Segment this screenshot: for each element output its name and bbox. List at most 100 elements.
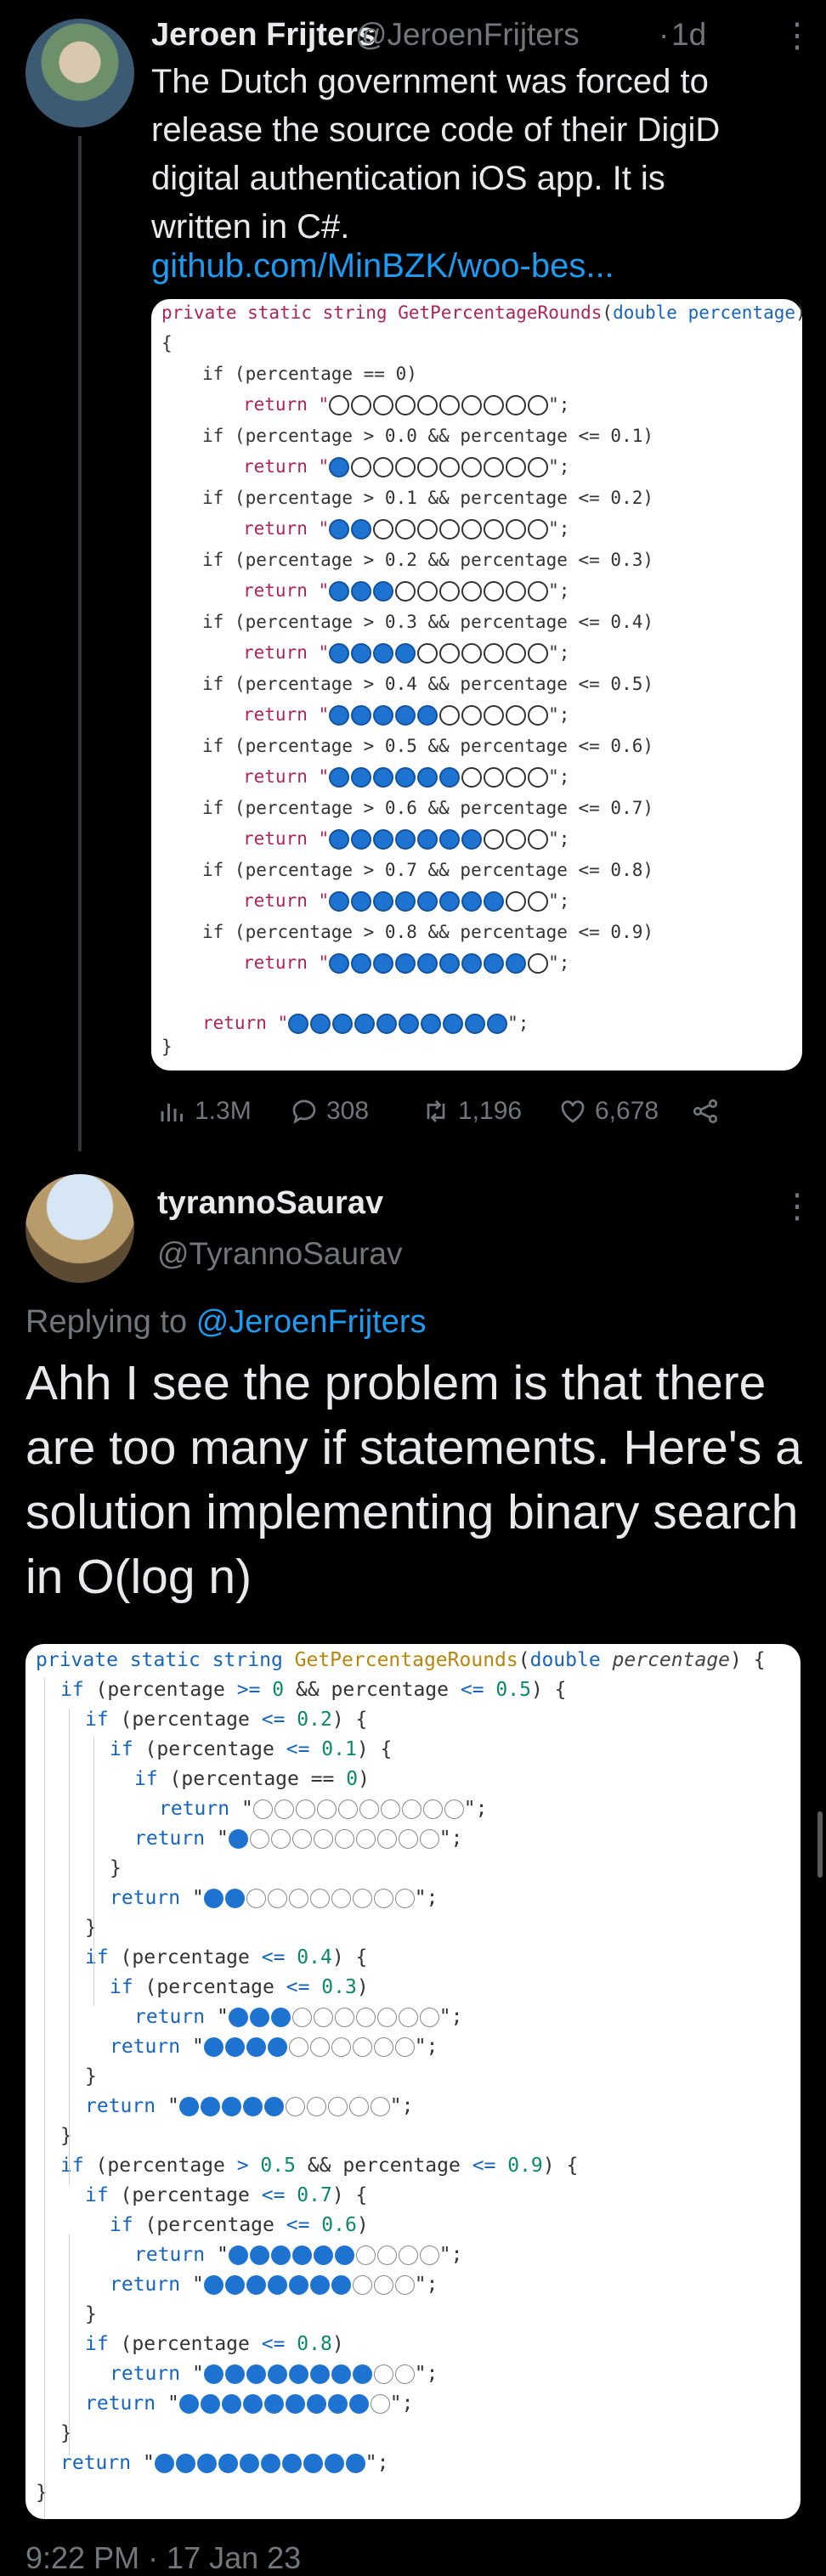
empty-circle-icon <box>398 2246 418 2265</box>
filled-circle-icon <box>285 2394 305 2414</box>
author-handle[interactable]: @JeroenFrijters <box>355 17 580 53</box>
tweet-timestamp: 9:22 PM · 17 Jan 23 <box>25 2540 302 2575</box>
filled-circle-icon <box>439 953 461 974</box>
filled-circle-icon <box>439 891 461 912</box>
filled-circle-icon <box>348 2394 369 2414</box>
retweet-count: 1,196 <box>458 1097 523 1125</box>
tweet-link[interactable]: github.com/MinBZK/woo-bes... <box>151 242 614 291</box>
empty-circle-icon <box>355 2008 376 2027</box>
filled-circle-icon <box>417 829 438 850</box>
filled-circle-icon <box>329 581 350 602</box>
filled-circle-icon <box>351 581 372 602</box>
filled-circle-icon <box>224 1889 245 1908</box>
author-name[interactable]: Jeroen Frijters <box>151 17 376 54</box>
filled-circle-icon <box>439 767 461 788</box>
scrollbar[interactable] <box>818 1811 823 1878</box>
code-line: } <box>85 2065 97 2087</box>
code-line: } <box>60 2422 72 2444</box>
filled-circle-icon <box>417 767 438 788</box>
filled-circle-icon <box>249 2008 269 2027</box>
retweet-icon <box>427 1100 445 1122</box>
empty-circle-icon <box>528 705 549 726</box>
filled-circle-icon <box>249 2246 269 2265</box>
like-count: 6,678 <box>595 1097 659 1125</box>
empty-circle-icon <box>395 457 416 477</box>
filled-circle-icon <box>203 2364 223 2384</box>
code-return-line: return " "; <box>85 2095 414 2117</box>
empty-circle-icon <box>461 705 483 726</box>
filled-circle-icon <box>351 891 372 912</box>
empty-circle-icon <box>528 829 549 850</box>
filled-circle-icon <box>306 2394 326 2414</box>
empty-circle-icon <box>274 1799 294 1819</box>
filled-circle-icon <box>303 2454 323 2473</box>
tweet-time[interactable]: 1d <box>671 17 706 53</box>
empty-circle-icon <box>461 581 483 602</box>
empty-circle-icon <box>461 395 483 415</box>
code-open-brace: { <box>161 333 173 353</box>
filled-circle-icon <box>334 2246 354 2265</box>
replying-mention[interactable]: @JeroenFrijters <box>196 1304 427 1340</box>
code-screenshot-image[interactable]: private static string GetPercentageRound… <box>151 299 806 1071</box>
author-handle[interactable]: @TyrannoSaurav <box>157 1236 402 1272</box>
empty-circle-icon <box>376 2246 397 2265</box>
empty-circle-icon <box>291 2008 312 2027</box>
share-button[interactable] <box>690 1096 721 1127</box>
empty-circle-icon <box>419 2008 439 2027</box>
filled-circle-icon <box>175 2454 195 2473</box>
code-line: if (percentage <= 0.4) { <box>85 1946 368 1969</box>
indent-guide <box>69 1709 70 2184</box>
reply-button[interactable]: 308 <box>289 1096 369 1127</box>
filled-circle-icon <box>329 457 350 477</box>
empty-circle-icon <box>528 767 549 788</box>
code-if-line: if (percentage > 0.8 && percentage <= 0.… <box>202 922 654 942</box>
like-button[interactable]: 6,678 <box>557 1096 659 1127</box>
filled-circle-icon <box>484 891 505 912</box>
empty-circle-icon <box>355 1829 376 1849</box>
progress-rounds <box>329 395 549 415</box>
filled-circle-icon <box>351 519 372 539</box>
filled-circle-icon <box>417 705 438 726</box>
filled-circle-icon <box>263 2097 284 2116</box>
avatar[interactable] <box>25 19 134 127</box>
retweet-button[interactable]: 1,196 <box>421 1096 522 1127</box>
empty-circle-icon <box>506 829 527 850</box>
more-options-icon[interactable]: ⋮ <box>780 1189 814 1223</box>
avatar[interactable] <box>25 1174 134 1283</box>
filled-circle-icon <box>465 1014 486 1034</box>
empty-circle-icon <box>394 1889 415 1908</box>
filled-circle-icon <box>288 2364 308 2384</box>
filled-circle-icon <box>200 2394 220 2414</box>
code-screenshot-image[interactable]: private static string GetPercentageRound… <box>25 1644 801 2519</box>
filled-circle-icon <box>351 643 372 664</box>
filled-circle-icon <box>228 1829 248 1849</box>
code-keyword: private static <box>161 302 313 323</box>
filled-circle-icon <box>200 2097 220 2116</box>
views-stat[interactable]: 1.3M <box>157 1096 252 1127</box>
filled-circle-icon <box>242 2097 263 2116</box>
reply-count: 308 <box>326 1097 370 1125</box>
filled-circle-icon <box>329 829 350 850</box>
empty-circle-icon <box>252 1799 273 1819</box>
code-line: if (percentage <= 0.6) <box>110 2214 369 2236</box>
empty-circle-icon <box>461 643 483 664</box>
empty-circle-icon <box>484 581 505 602</box>
filled-circle-icon <box>351 705 372 726</box>
code-function-name: GetPercentageRounds <box>398 302 603 323</box>
progress-rounds <box>329 581 549 602</box>
code-line: if (percentage > 0.5 && percentage <= 0.… <box>60 2155 579 2177</box>
code-return-line: return " "; <box>243 890 570 912</box>
more-options-icon[interactable]: ⋮ <box>780 19 814 53</box>
empty-circle-icon <box>309 1889 330 1908</box>
author-name[interactable]: tyrannoSaurav <box>157 1185 383 1222</box>
empty-circle-icon <box>373 2364 393 2384</box>
code-return-line: return " "; <box>243 766 570 788</box>
filled-circle-icon <box>373 643 394 664</box>
empty-circle-icon <box>461 457 483 477</box>
code-return-line: return " "; <box>243 456 570 477</box>
empty-circle-icon <box>359 1799 379 1819</box>
code-return-line: return " "; <box>110 2274 438 2296</box>
filled-circle-icon <box>395 891 416 912</box>
code-if-line: if (percentage > 0.1 && percentage <= 0.… <box>202 488 654 508</box>
filled-circle-icon <box>461 891 483 912</box>
